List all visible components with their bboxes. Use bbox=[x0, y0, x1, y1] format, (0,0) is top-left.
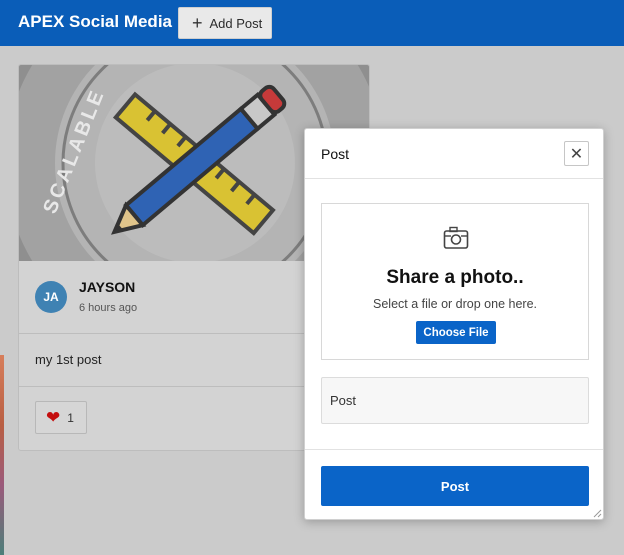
add-post-label: Add Post bbox=[209, 15, 263, 31]
choose-file-button[interactable]: Choose File bbox=[416, 321, 496, 344]
like-count: 1 bbox=[67, 410, 74, 425]
file-dropzone[interactable]: Share a photo.. Select a file or drop on… bbox=[321, 203, 589, 360]
camera-icon bbox=[443, 226, 469, 249]
post-text: my 1st post bbox=[35, 352, 102, 367]
resize-handle-icon[interactable] bbox=[592, 508, 602, 518]
post-dialog: Post ✕ Share a photo.. Select a file or … bbox=[304, 128, 604, 520]
dialog-title: Post bbox=[321, 146, 350, 162]
heart-icon: ❤ bbox=[46, 408, 61, 427]
close-icon: ✕ bbox=[569, 145, 584, 163]
post-text-field[interactable]: Post bbox=[321, 377, 589, 424]
plus-icon: + bbox=[192, 13, 203, 33]
post-author: JAYSON bbox=[79, 279, 136, 295]
add-post-button[interactable]: + Add Post bbox=[178, 7, 272, 39]
like-button[interactable]: ❤ 1 bbox=[35, 401, 87, 434]
background-strip bbox=[0, 355, 4, 555]
close-button[interactable]: ✕ bbox=[564, 141, 589, 166]
divider bbox=[305, 178, 603, 179]
dropzone-title: Share a photo.. bbox=[386, 267, 524, 288]
divider bbox=[305, 449, 603, 450]
post-timestamp: 6 hours ago bbox=[79, 302, 138, 314]
app-title: APEX Social Media bbox=[18, 12, 172, 31]
avatar: JA bbox=[35, 281, 67, 313]
app-header: APEX Social Media + Add Post bbox=[0, 0, 624, 46]
dropzone-subtitle: Select a file or drop one here. bbox=[373, 297, 537, 311]
post-submit-button[interactable]: Post bbox=[321, 466, 589, 506]
